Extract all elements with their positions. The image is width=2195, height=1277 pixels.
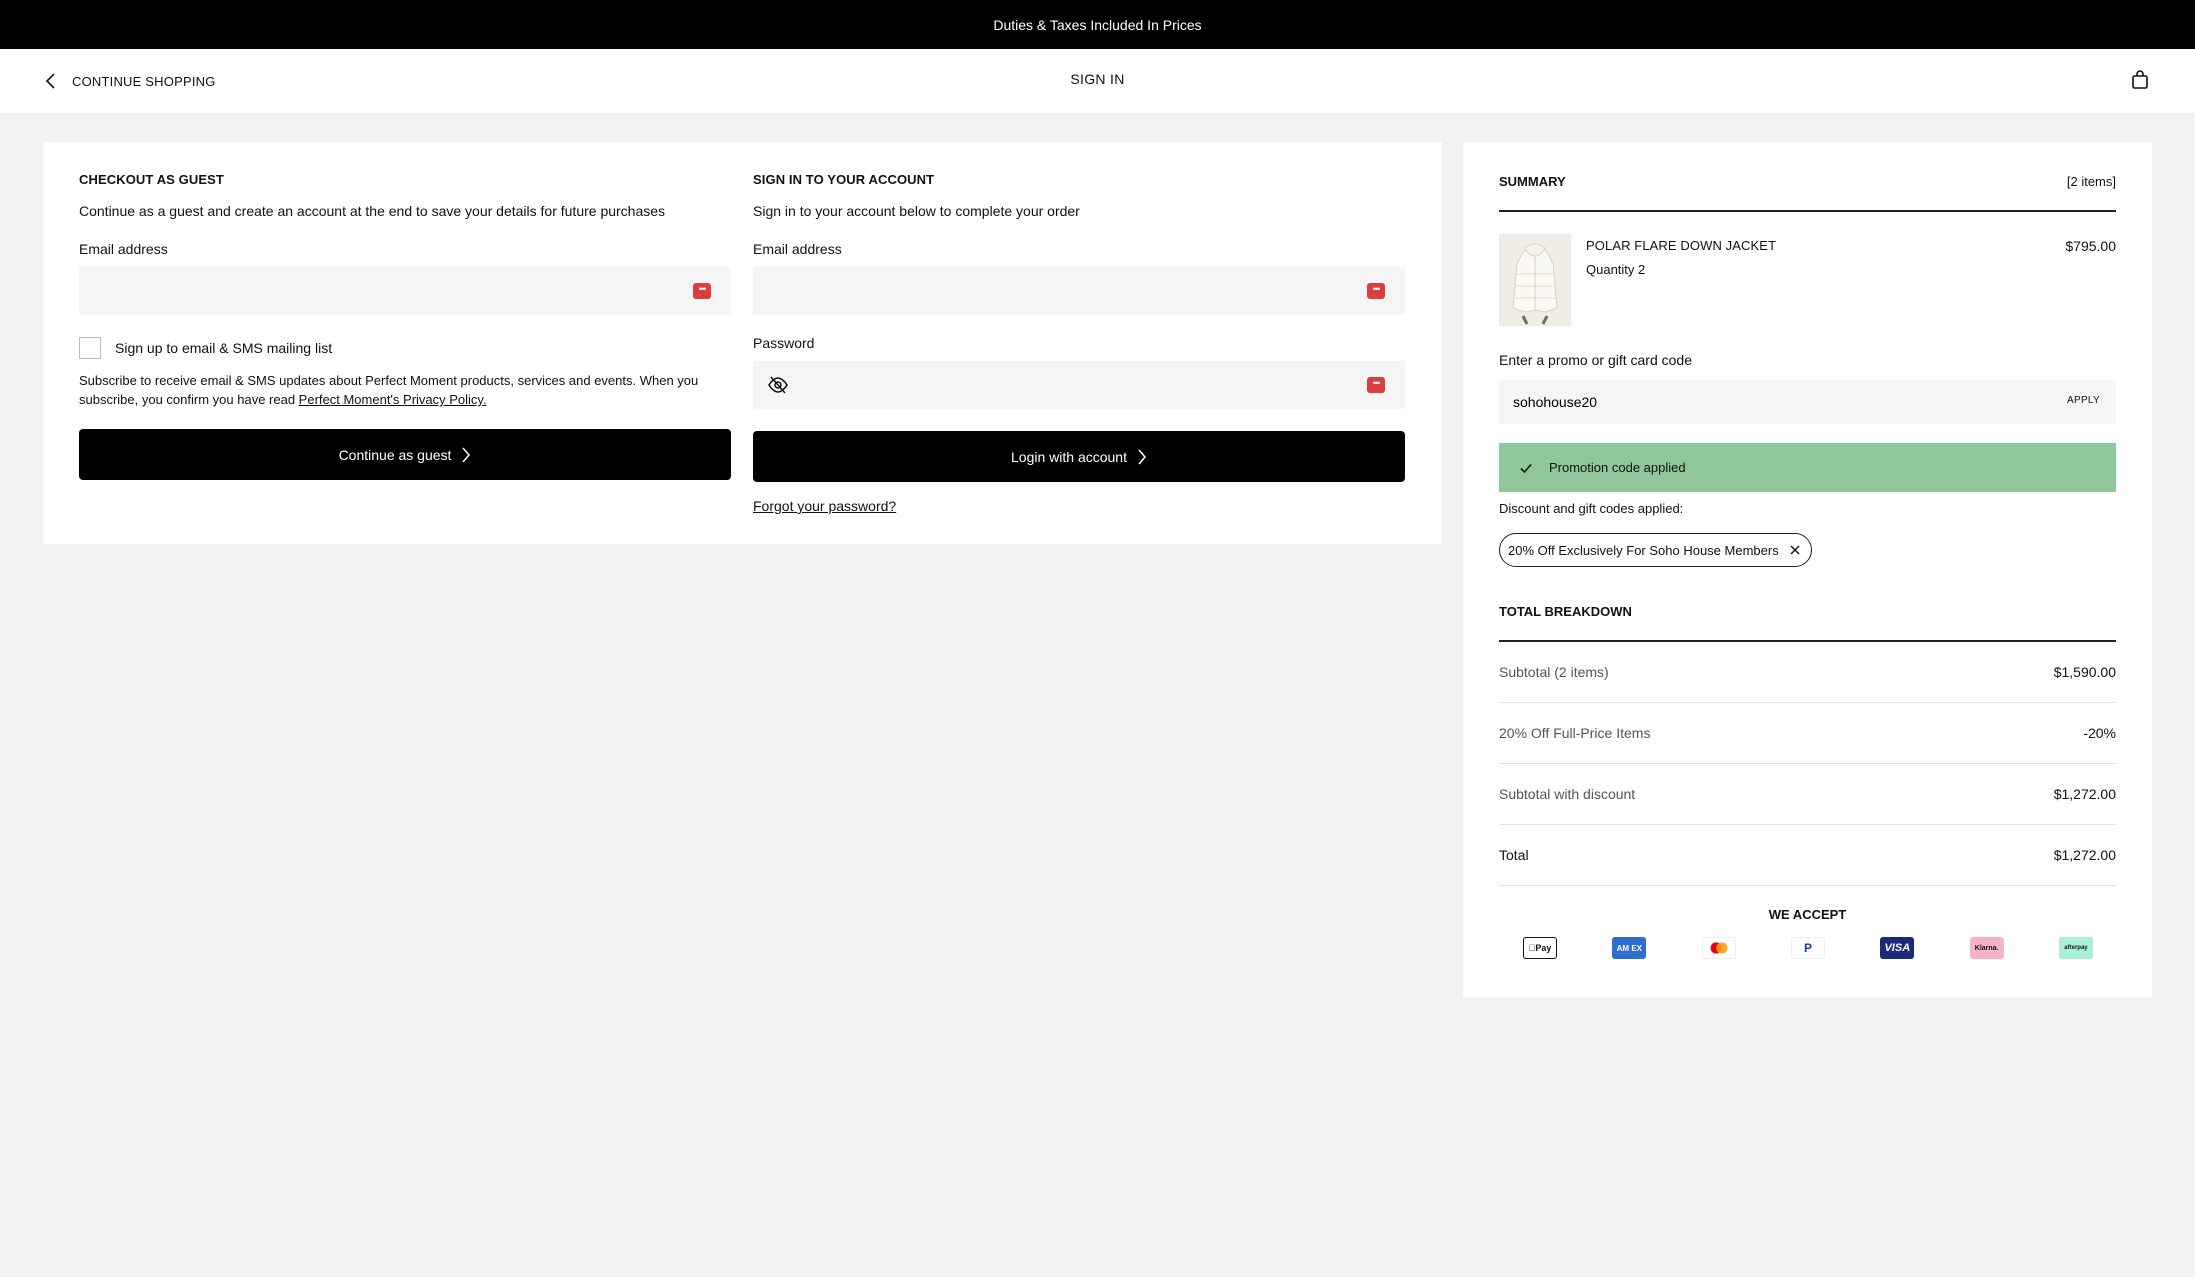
breakdown-row-subtotal: Subtotal (2 items) $1,590.00 xyxy=(1499,664,2116,680)
divider xyxy=(1499,640,2116,642)
continue-as-guest-label: Continue as guest xyxy=(338,446,452,463)
afterpay-icon: afterpay xyxy=(2058,937,2093,959)
row-value: $1,590.00 xyxy=(2053,664,2116,680)
mailing-list-option: Sign up to email & SMS mailing list xyxy=(79,337,731,359)
mastercard-icon xyxy=(1701,937,1736,959)
guest-title: CHECKOUT AS GUEST xyxy=(79,172,224,187)
chevron-right-icon xyxy=(462,447,471,462)
continue-as-guest-button[interactable]: Continue as guest xyxy=(79,429,731,480)
guest-email-input[interactable] xyxy=(79,267,731,315)
guest-checkout-section: CHECKOUT AS GUEST Continue as a guest an… xyxy=(79,172,731,480)
discount-chip: 20% Off Exclusively For Soho House Membe… xyxy=(1499,533,1812,567)
breakdown-row-subtotal-discount: Subtotal with discount $1,272.00 xyxy=(1499,786,2116,802)
row-label: Subtotal (2 items) xyxy=(1499,664,1609,680)
remove-discount-icon[interactable] xyxy=(1789,544,1801,556)
jacket-image xyxy=(1499,234,1571,326)
product-name: POLAR FLARE DOWN JACKET xyxy=(1586,238,1777,253)
privacy-policy-link[interactable]: Perfect Moment's Privacy Policy. xyxy=(299,392,487,407)
guest-email-label: Email address xyxy=(79,241,168,257)
login-with-account-label: Login with account xyxy=(1011,448,1127,465)
divider xyxy=(1499,824,2116,825)
row-label: Total xyxy=(1499,847,1529,863)
password-label: Password xyxy=(753,335,815,351)
guest-email-field-wrapper: ••• xyxy=(79,267,731,315)
banner-text: Duties & Taxes Included In Prices xyxy=(993,16,1202,33)
product-price: $795.00 xyxy=(2065,238,2116,254)
row-label: 20% Off Full-Price Items xyxy=(1499,725,1651,741)
we-accept-title: WE ACCEPT xyxy=(1768,907,1847,922)
apply-promo-button[interactable]: APPLY xyxy=(2067,395,2100,406)
password-manager-icon[interactable]: ••• xyxy=(1367,377,1385,393)
account-email-label: Email address xyxy=(753,241,842,257)
password-manager-icon[interactable]: ••• xyxy=(693,283,711,299)
row-value: $1,272.00 xyxy=(2053,786,2116,802)
top-navigation: CONTINUE SHOPPING SIGN IN xyxy=(0,49,2195,113)
breakdown-row-total: Total $1,272.00 xyxy=(1499,847,2116,863)
paypal-icon: P xyxy=(1790,937,1825,959)
total-breakdown-title: TOTAL BREAKDOWN xyxy=(1499,604,1632,619)
login-with-account-button[interactable]: Login with account xyxy=(753,431,1405,482)
breakdown-row-discount: 20% Off Full-Price Items -20% xyxy=(1499,725,2116,741)
row-value: $1,272.00 xyxy=(2053,847,2116,863)
product-image[interactable] xyxy=(1499,234,1571,326)
page-title: SIGN IN xyxy=(1070,71,1125,87)
sign-in-forms: CHECKOUT AS GUEST Continue as a guest an… xyxy=(43,142,1442,544)
password-input[interactable] xyxy=(753,361,1405,409)
forgot-password-link[interactable]: Forgot your password? xyxy=(753,498,896,514)
promo-success-message: Promotion code applied xyxy=(1499,443,2116,492)
chevron-right-icon xyxy=(1138,449,1146,464)
product-quantity: Quantity 2 xyxy=(1586,262,1646,277)
summary-title: SUMMARY xyxy=(1499,174,1566,189)
promo-success-text: Promotion code applied xyxy=(1549,460,1686,475)
account-email-field-wrapper: ••• xyxy=(753,267,1405,315)
row-value: -20% xyxy=(2083,725,2116,741)
klarna-icon: Klarna. xyxy=(1969,937,2004,959)
account-email-input[interactable] xyxy=(753,267,1405,315)
account-description: Sign in to your account below to complet… xyxy=(753,203,1080,219)
divider xyxy=(1499,885,2116,886)
apple-pay-icon: Pay xyxy=(1523,937,1557,959)
discount-chip-label: 20% Off Exclusively For Soho House Membe… xyxy=(1508,542,1779,558)
divider xyxy=(1499,210,2116,212)
mailing-list-checkbox[interactable] xyxy=(79,337,101,359)
summary-item-count: [2 items] xyxy=(2066,174,2116,189)
row-label: Subtotal with discount xyxy=(1499,786,1636,802)
promo-code-input[interactable] xyxy=(1499,380,2116,424)
password-manager-icon[interactable]: ••• xyxy=(1367,283,1385,299)
discounts-applied-label: Discount and gift codes applied: xyxy=(1499,501,1684,516)
account-title: SIGN IN TO YOUR ACCOUNT xyxy=(753,172,935,187)
promo-label: Enter a promo or gift card code xyxy=(1499,352,1692,368)
promo-field-wrapper: APPLY xyxy=(1499,380,2116,424)
cart-product: POLAR FLARE DOWN JACKET Quantity 2 $795.… xyxy=(1499,234,2116,326)
account-sign-in-section: SIGN IN TO YOUR ACCOUNT Sign in to your … xyxy=(753,172,1405,516)
shopping-bag-icon[interactable] xyxy=(2129,69,2151,91)
password-field-wrapper: ••• xyxy=(753,361,1405,409)
divider xyxy=(1499,763,2116,764)
payment-methods: Pay AM EX P VISA Klarna. afterpay xyxy=(1523,937,2093,959)
announcement-banner: Duties & Taxes Included In Prices xyxy=(0,0,2195,49)
visa-icon: VISA xyxy=(1880,937,1915,959)
divider xyxy=(1499,702,2116,703)
amex-icon: AM EX xyxy=(1612,937,1647,959)
guest-description: Continue as a guest and create an accoun… xyxy=(79,203,666,219)
summary-header: SUMMARY [2 items] xyxy=(1499,174,2116,189)
hide-password-icon[interactable] xyxy=(767,375,789,395)
checkmark-icon xyxy=(1520,463,1532,473)
mailing-list-label: Sign up to email & SMS mailing list xyxy=(115,340,333,356)
order-summary: SUMMARY [2 items] POLAR FLARE DOWN JACKE… xyxy=(1463,142,2152,997)
subscribe-fine-print: Subscribe to receive email & SMS updates… xyxy=(79,371,731,409)
